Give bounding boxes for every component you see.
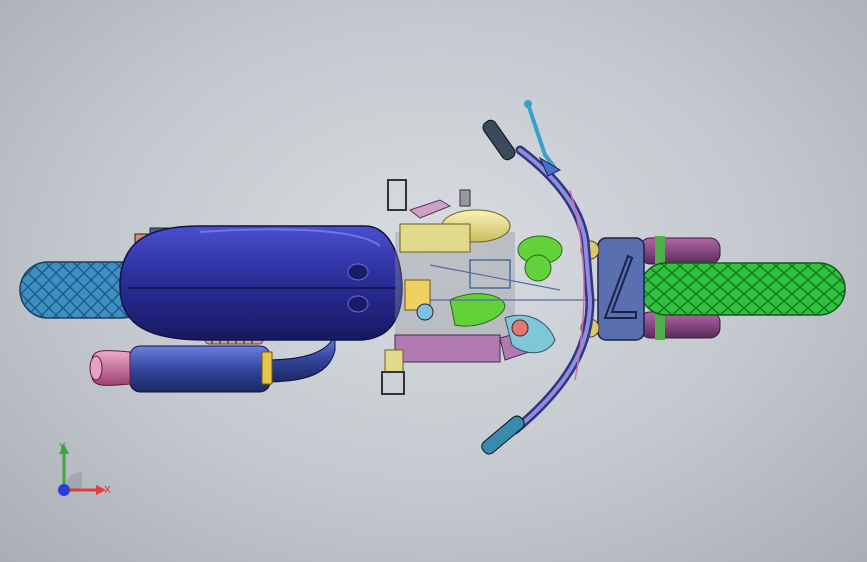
x-axis-label: X bbox=[104, 485, 111, 496]
coordinate-triad bbox=[58, 444, 106, 496]
y-axis-label: Y bbox=[59, 442, 66, 453]
motorcycle-model[interactable] bbox=[0, 0, 867, 562]
rear-fender[interactable] bbox=[119, 225, 403, 341]
front-tire[interactable] bbox=[639, 262, 846, 316]
z-axis-origin bbox=[58, 484, 70, 496]
graphics-viewport[interactable]: Y X bbox=[0, 0, 867, 562]
